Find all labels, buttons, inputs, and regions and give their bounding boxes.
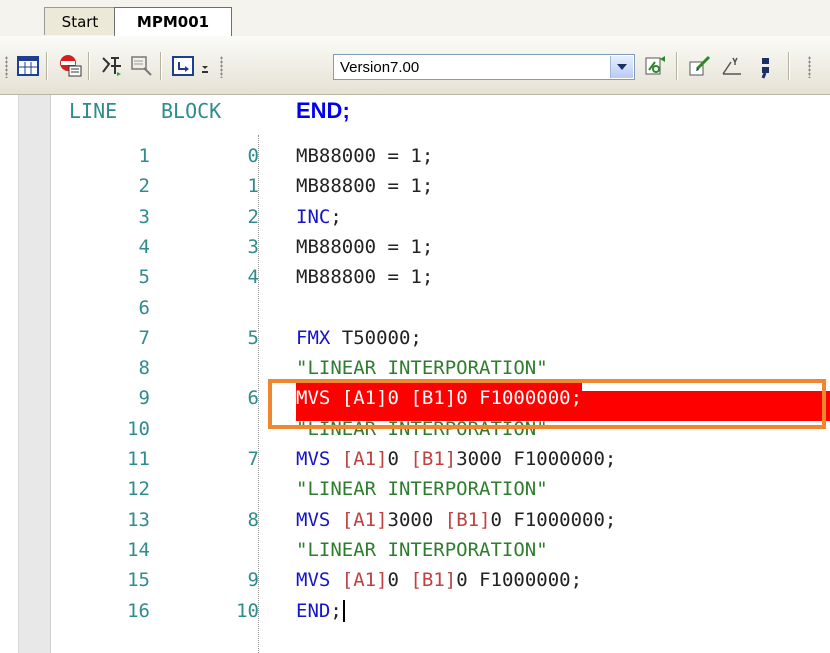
column-header-block: BLOCK: [161, 99, 222, 123]
code-line[interactable]: 13 8 MVS [A1]3000 [B1]0 F1000000;: [50, 505, 830, 535]
code-text[interactable]: "LINEAR INTERPORATION": [296, 414, 548, 444]
code-text[interactable]: MVS [A1]0 [B1]0 F1000000;: [296, 565, 582, 595]
line-number: 4: [138, 235, 150, 258]
code-editor[interactable]: LINE BLOCK END; 1 0 MB88000 = 1; 2 1 MB88800 …: [0, 95, 830, 653]
code-header-end: END;: [296, 98, 350, 123]
line-number: 2: [138, 175, 150, 198]
code-text[interactable]: MVS [A1]0 [B1]3000 F1000000;: [296, 444, 616, 474]
column-header-line: LINE: [69, 99, 118, 123]
code-line[interactable]: 2 1 MB88800 = 1;: [50, 171, 830, 201]
table-view-icon[interactable]: [14, 52, 42, 80]
block-number: 7: [247, 448, 259, 470]
line-number: 11: [127, 448, 150, 470]
chevron-down-icon[interactable]: [610, 56, 633, 78]
tab-mpm001[interactable]: MPM001: [114, 7, 232, 37]
version-combo-value: Version7.00: [340, 59, 420, 76]
line-number: 15: [127, 569, 150, 592]
code-line[interactable]: 3 2 INC;: [50, 202, 830, 232]
code-line[interactable]: 1 0 MB88000 = 1;: [50, 141, 830, 171]
code-text[interactable]: "LINEAR INTERPORATION": [296, 353, 548, 383]
code-text[interactable]: MB88000 = 1;: [296, 232, 433, 262]
line-number: 16: [127, 599, 150, 622]
toolbar-overflow-icon[interactable]: [198, 52, 212, 80]
line-number: 13: [127, 508, 150, 531]
code-line[interactable]: 5 4 MB88800 = 1;: [50, 262, 830, 292]
search-select-icon[interactable]: [128, 52, 156, 80]
code-line[interactable]: 12 "LINEAR INTERPORATION": [50, 474, 830, 504]
code-text[interactable]: MB88000 = 1;: [296, 141, 433, 171]
code-line[interactable]: 16 10 END;: [50, 596, 830, 626]
text-caret: [342, 600, 345, 622]
code-line[interactable]: 15 9 MVS [A1]0 [B1]0 F1000000;: [50, 565, 830, 595]
block-number: 8: [247, 508, 259, 531]
line-number: 6: [138, 296, 150, 319]
line-number: 10: [127, 417, 150, 440]
code-line[interactable]: 11 7 MVS [A1]0 [B1]3000 F1000000;: [50, 444, 830, 474]
block-number: 6: [247, 387, 259, 410]
branch-icon[interactable]: [98, 52, 126, 80]
code-text[interactable]: "LINEAR INTERPORATION": [296, 474, 548, 504]
code-text[interactable]: INC;: [296, 202, 342, 232]
go-icon[interactable]: [642, 52, 670, 80]
block-number: 2: [247, 205, 259, 228]
edit-pencil-icon[interactable]: [686, 52, 714, 80]
version-combo[interactable]: Version7.00: [333, 54, 635, 80]
code-text[interactable]: MB88800 = 1;: [296, 262, 433, 292]
line-number: 3: [138, 205, 150, 228]
line-number: 12: [127, 478, 150, 501]
code-text[interactable]: MVS [A1]3000 [B1]0 F1000000;: [296, 505, 616, 535]
line-number: 7: [138, 326, 150, 349]
block-number: 0: [247, 145, 259, 167]
block-number: 5: [247, 326, 259, 349]
editor-toolbar: Version7.00: [0, 36, 830, 95]
code-text[interactable]: MB88800 = 1;: [296, 171, 433, 201]
tab-start[interactable]: Start: [44, 7, 116, 35]
line-number: 14: [127, 538, 150, 561]
gutter: [19, 95, 51, 653]
stop-sign-icon[interactable]: [56, 52, 84, 80]
line-number: 1: [138, 145, 150, 167]
code-line[interactable]: 4 3 MB88000 = 1;: [50, 232, 830, 262]
axis-icon[interactable]: [718, 52, 746, 80]
code-line[interactable]: 14 "LINEAR INTERPORATION": [50, 535, 830, 565]
block-number: 10: [236, 599, 259, 622]
code-line[interactable]: 7 5 FMX T50000;: [50, 323, 830, 353]
toolbar-grip[interactable]: [5, 56, 8, 78]
code-line[interactable]: 9 6 MVS [A1]0 [B1]0 F1000000;: [50, 383, 830, 414]
breakpoint-margin[interactable]: [0, 95, 19, 653]
code-line[interactable]: 10 "LINEAR INTERPORATION": [50, 414, 830, 444]
tab-strip: Start MPM001: [0, 0, 830, 37]
code-text[interactable]: FMX T50000;: [296, 323, 422, 353]
semicolon-icon[interactable]: [752, 52, 780, 80]
code-text[interactable]: END;: [296, 596, 345, 626]
block-number: 1: [247, 175, 259, 198]
block-number: 9: [247, 569, 259, 592]
line-number: 9: [138, 387, 150, 410]
code-text[interactable]: "LINEAR INTERPORATION": [296, 535, 548, 565]
block-number: 3: [247, 235, 259, 258]
toolbar-grip-3[interactable]: [808, 56, 811, 78]
line-number: 8: [138, 357, 150, 380]
code-line[interactable]: 8 "LINEAR INTERPORATION": [50, 353, 830, 383]
return-arrow-icon[interactable]: [170, 52, 198, 80]
block-number: 4: [247, 266, 259, 289]
program-editor-window: Start MPM001 Version7.00 LINE BLOCK END;…: [0, 0, 830, 653]
line-number: 5: [138, 266, 150, 289]
code-text[interactable]: MVS [A1]0 [B1]0 F1000000;: [296, 383, 583, 414]
toolbar-grip-2[interactable]: [220, 56, 223, 78]
code-line[interactable]: 6: [50, 293, 830, 323]
